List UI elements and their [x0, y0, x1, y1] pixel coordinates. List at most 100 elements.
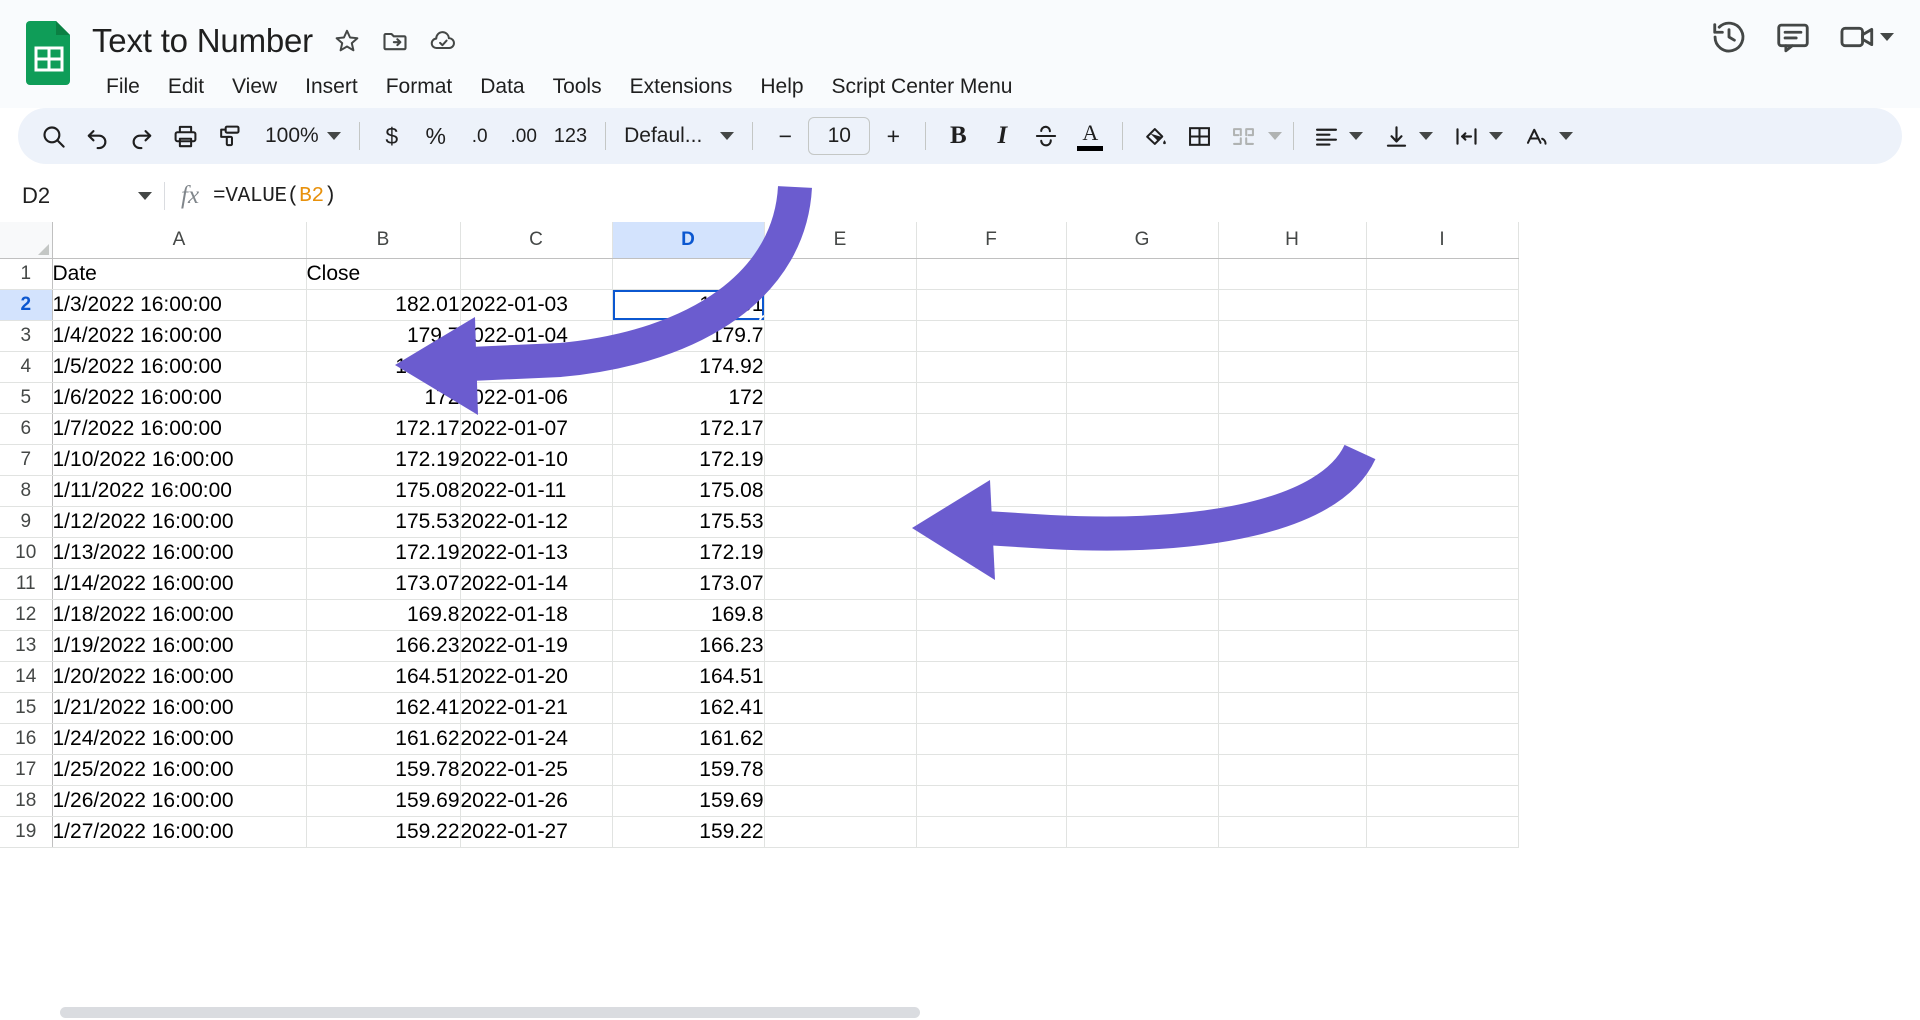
cell-B19[interactable]: 159.22: [306, 816, 461, 848]
cell-G2[interactable]: [1066, 289, 1219, 321]
cell-F4[interactable]: [916, 351, 1067, 383]
column-header-g[interactable]: G: [1066, 222, 1219, 259]
cell-A14[interactable]: 1/20/2022 16:00:00: [52, 661, 307, 693]
row-header-2[interactable]: 2: [0, 289, 53, 321]
cell-C19[interactable]: 2022-01-27: [460, 816, 613, 848]
cell-C18[interactable]: 2022-01-26: [460, 785, 613, 817]
cell-F3[interactable]: [916, 320, 1067, 352]
cell-H8[interactable]: [1218, 475, 1367, 507]
cell-C15[interactable]: 2022-01-21: [460, 692, 613, 724]
cell-H13[interactable]: [1218, 630, 1367, 662]
chevron-down-icon[interactable]: [1268, 132, 1283, 140]
cell-G3[interactable]: [1066, 320, 1219, 352]
column-header-e[interactable]: E: [764, 222, 917, 259]
cell-D12[interactable]: 169.8: [612, 599, 765, 631]
cell-E8[interactable]: [764, 475, 917, 507]
cell-I8[interactable]: [1366, 475, 1519, 507]
cell-D19[interactable]: 159.22: [612, 816, 765, 848]
cell-D14[interactable]: 164.51: [612, 661, 765, 693]
cell-D9[interactable]: 175.53: [612, 506, 765, 538]
cell-D4[interactable]: 174.92: [612, 351, 765, 383]
column-header-f[interactable]: F: [916, 222, 1067, 259]
menu-format[interactable]: Format: [372, 71, 467, 103]
cell-C9[interactable]: 2022-01-12: [460, 506, 613, 538]
cell-E6[interactable]: [764, 413, 917, 445]
vertical-align-button[interactable]: [1375, 115, 1417, 157]
cell-B12[interactable]: 169.8: [306, 599, 461, 631]
comment-icon[interactable]: [1774, 18, 1812, 56]
row-header-9[interactable]: 9: [0, 506, 53, 538]
row-header-5[interactable]: 5: [0, 382, 53, 414]
cell-H9[interactable]: [1218, 506, 1367, 538]
cell-D2[interactable]: 182.01: [612, 289, 765, 321]
menu-extensions[interactable]: Extensions: [616, 71, 747, 103]
meet-camera-icon[interactable]: [1838, 18, 1876, 56]
cloud-saved-icon[interactable]: [429, 27, 457, 55]
cell-G19[interactable]: [1066, 816, 1219, 848]
cell-D10[interactable]: 172.19: [612, 537, 765, 569]
version-history-icon[interactable]: [1710, 18, 1748, 56]
cell-A8[interactable]: 1/11/2022 16:00:00: [52, 475, 307, 507]
cell-B10[interactable]: 172.19: [306, 537, 461, 569]
cell-B6[interactable]: 172.17: [306, 413, 461, 445]
cell-D3[interactable]: 179.7: [612, 320, 765, 352]
cell-C1[interactable]: [460, 258, 613, 290]
column-header-d[interactable]: D: [612, 222, 765, 259]
zoom-control[interactable]: 100%: [252, 115, 348, 157]
number-format-button[interactable]: 123: [547, 115, 594, 157]
cell-H17[interactable]: [1218, 754, 1367, 786]
menu-data[interactable]: Data: [466, 71, 538, 103]
cell-I12[interactable]: [1366, 599, 1519, 631]
cell-A17[interactable]: 1/25/2022 16:00:00: [52, 754, 307, 786]
cell-F11[interactable]: [916, 568, 1067, 600]
cell-B8[interactable]: 175.08: [306, 475, 461, 507]
row-header-11[interactable]: 11: [0, 568, 53, 600]
increase-decimal-button[interactable]: .00: [503, 115, 545, 157]
cell-G10[interactable]: [1066, 537, 1219, 569]
row-header-1[interactable]: 1: [0, 258, 53, 290]
cell-E15[interactable]: [764, 692, 917, 724]
cell-D8[interactable]: 175.08: [612, 475, 765, 507]
cell-H6[interactable]: [1218, 413, 1367, 445]
row-header-7[interactable]: 7: [0, 444, 53, 476]
chevron-down-icon[interactable]: [1489, 132, 1504, 140]
cell-C7[interactable]: 2022-01-10: [460, 444, 613, 476]
cell-F7[interactable]: [916, 444, 1067, 476]
cell-C17[interactable]: 2022-01-25: [460, 754, 613, 786]
cell-H14[interactable]: [1218, 661, 1367, 693]
cell-E5[interactable]: [764, 382, 917, 414]
meet-call-button[interactable]: [1838, 18, 1894, 56]
chevron-down-icon[interactable]: [1880, 33, 1894, 41]
cell-H10[interactable]: [1218, 537, 1367, 569]
cell-C11[interactable]: 2022-01-14: [460, 568, 613, 600]
select-all-corner[interactable]: [0, 222, 53, 259]
cell-B16[interactable]: 161.62: [306, 723, 461, 755]
cell-D15[interactable]: 162.41: [612, 692, 765, 724]
cell-G7[interactable]: [1066, 444, 1219, 476]
cell-A2[interactable]: 1/3/2022 16:00:00: [52, 289, 307, 321]
undo-icon[interactable]: [76, 115, 118, 157]
column-header-c[interactable]: C: [460, 222, 613, 259]
cell-G8[interactable]: [1066, 475, 1219, 507]
cell-A19[interactable]: 1/27/2022 16:00:00: [52, 816, 307, 848]
cell-G13[interactable]: [1066, 630, 1219, 662]
cell-G16[interactable]: [1066, 723, 1219, 755]
cell-C3[interactable]: 2022-01-04: [460, 320, 613, 352]
strikethrough-button[interactable]: [1025, 115, 1067, 157]
page-title[interactable]: Text to Number: [92, 22, 313, 60]
cell-B9[interactable]: 175.53: [306, 506, 461, 538]
row-header-16[interactable]: 16: [0, 723, 53, 755]
cell-H19[interactable]: [1218, 816, 1367, 848]
cell-A12[interactable]: 1/18/2022 16:00:00: [52, 599, 307, 631]
cell-D17[interactable]: 159.78: [612, 754, 765, 786]
cell-D7[interactable]: 172.19: [612, 444, 765, 476]
column-header-h[interactable]: H: [1218, 222, 1367, 259]
cell-G18[interactable]: [1066, 785, 1219, 817]
cell-C8[interactable]: 2022-01-11: [460, 475, 613, 507]
text-color-button[interactable]: A: [1069, 115, 1111, 157]
cell-H4[interactable]: [1218, 351, 1367, 383]
menu-view[interactable]: View: [218, 71, 291, 103]
cell-B3[interactable]: 179.7: [306, 320, 461, 352]
name-box[interactable]: D2: [14, 178, 162, 214]
sheets-icon[interactable]: [24, 20, 74, 86]
